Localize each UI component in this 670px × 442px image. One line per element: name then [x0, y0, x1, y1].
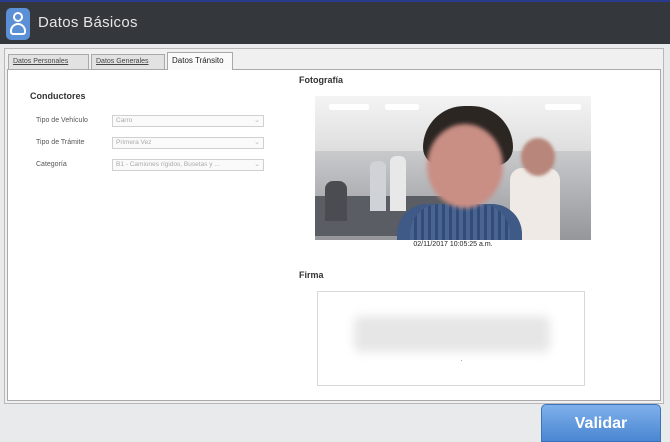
tab-datos-transito[interactable]: Datos Tránsito: [167, 52, 233, 70]
tipo-tramite-select[interactable]: Primera Vez ⌄: [112, 137, 264, 149]
tipo-vehiculo-value: Carro: [116, 117, 133, 124]
tab-datos-generales[interactable]: Datos Generales: [91, 54, 165, 69]
firma-heading: Firma: [299, 270, 324, 280]
fotografia-heading: Fotografía: [299, 75, 343, 85]
tab-content: Conductores Tipo de Vehículo Carro ⌄ Tip…: [7, 69, 661, 401]
tab-datos-personales[interactable]: Datos Personales: [8, 54, 89, 69]
signature-image: [354, 316, 550, 352]
chevron-down-icon: ⌄: [254, 161, 260, 168]
conductores-heading: Conductores: [30, 91, 86, 101]
tipo-tramite-value: Primera Vez: [116, 139, 152, 146]
categoria-select[interactable]: B1 - Camiones rígidos, Busetas y ... ⌄: [112, 159, 264, 171]
fotografia-image: 02/11/2017 10:05:25 a.m.: [315, 96, 591, 252]
tipo-vehiculo-label: Tipo de Vehículo: [36, 117, 88, 124]
categoria-value: B1 - Camiones rígidos, Busetas y ...: [116, 161, 220, 168]
categoria-label: Categoría: [36, 161, 67, 168]
window-title: Datos Básicos: [38, 14, 138, 31]
chevron-down-icon: ⌄: [254, 117, 260, 124]
signature-box: ·: [317, 291, 585, 386]
photo-timestamp: 02/11/2017 10:05:25 a.m.: [413, 241, 493, 248]
user-icon: [6, 8, 30, 40]
validar-button[interactable]: Validar: [541, 404, 661, 442]
title-bar: Datos Básicos: [0, 0, 670, 44]
main-panel: Datos Personales Datos Generales Datos T…: [4, 48, 664, 404]
tipo-vehiculo-select[interactable]: Carro ⌄: [112, 115, 264, 127]
tipo-tramite-label: Tipo de Trámite: [36, 139, 85, 146]
chevron-down-icon: ⌄: [254, 139, 260, 146]
